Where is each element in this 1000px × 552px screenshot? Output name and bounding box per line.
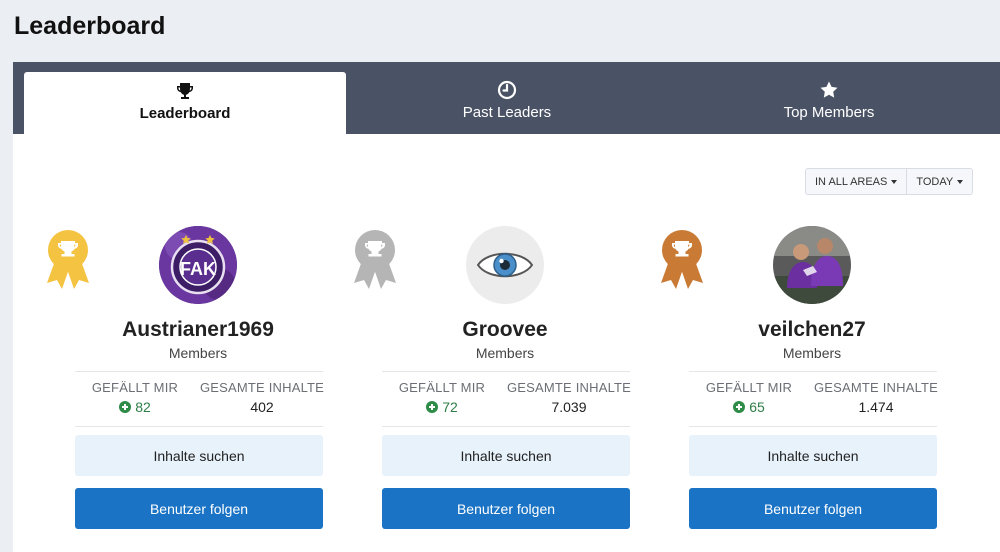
content-count: 7.039	[551, 399, 587, 415]
likes-label: GEFÄLLT MIR	[91, 380, 179, 395]
user-stats: GEFÄLLT MIR 65 GESAMTE INHALTE 1.474	[689, 371, 938, 427]
find-content-button[interactable]: Inhalte suchen	[689, 435, 937, 476]
tab-leaderboard[interactable]: Leaderboard	[24, 72, 346, 134]
user-group: Members	[475, 345, 535, 361]
clock-icon	[497, 80, 517, 100]
follow-user-button[interactable]: Benutzer folgen	[75, 488, 323, 529]
username[interactable]: veilchen27	[658, 318, 966, 342]
period-filter-label: TODAY	[916, 175, 954, 188]
leader-card-3: veilchen27 Members GEFÄLLT MIR 65 GESAMT…	[658, 226, 958, 536]
trophy-icon	[177, 83, 193, 99]
content-label: GESAMTE INHALTE	[813, 380, 939, 395]
username[interactable]: Groovee	[351, 318, 659, 342]
fak-club-crest-avatar: FAK	[159, 226, 237, 304]
content-stat: GESAMTE INHALTE 402	[197, 380, 327, 415]
user-avatar[interactable]	[773, 226, 851, 304]
tab-top-members[interactable]: Top Members	[668, 62, 990, 134]
likes-label: GEFÄLLT MIR	[705, 380, 793, 395]
tab-label: Leaderboard	[139, 105, 231, 122]
user-avatar[interactable]: FAK	[159, 226, 237, 304]
likes-stat: GEFÄLLT MIR 65	[699, 380, 799, 418]
content-label: GESAMTE INHALTE	[506, 380, 632, 395]
likes-stat: GEFÄLLT MIR 72	[392, 380, 492, 418]
leader-card-2: Groovee Members GEFÄLLT MIR 72 GESAMTE I…	[351, 226, 651, 536]
likes-stat: GEFÄLLT MIR 82	[85, 380, 185, 418]
find-content-button[interactable]: Inhalte suchen	[75, 435, 323, 476]
user-avatar[interactable]	[466, 226, 544, 304]
username[interactable]: Austrianer1969	[44, 318, 352, 342]
gold-medal-icon	[47, 230, 89, 289]
page-title: Leaderboard	[14, 12, 166, 40]
plus-circle-icon	[733, 401, 746, 413]
likes-value: 82	[119, 399, 151, 415]
content-count: 1.474	[858, 399, 894, 415]
leaderboard-content: IN ALL AREAS TODAY FAK Austrianer1969 Me…	[13, 134, 1000, 552]
content-count: 402	[250, 399, 274, 415]
star-icon	[820, 81, 838, 98]
user-group: Members	[168, 345, 228, 361]
tab-label: Past Leaders	[462, 104, 552, 121]
content-stat: GESAMTE INHALTE 1.474	[811, 380, 941, 415]
likes-value: 65	[733, 399, 765, 415]
likes-value: 72	[426, 399, 458, 415]
content-stat: GESAMTE INHALTE 7.039	[504, 380, 634, 415]
likes-label: GEFÄLLT MIR	[398, 380, 486, 395]
user-group: Members	[782, 345, 842, 361]
user-stats: GEFÄLLT MIR 72 GESAMTE INHALTE 7.039	[382, 371, 631, 427]
follow-user-button[interactable]: Benutzer folgen	[689, 488, 937, 529]
user-stats: GEFÄLLT MIR 82 GESAMTE INHALTE 402	[75, 371, 324, 427]
area-filter-label: IN ALL AREAS	[815, 175, 888, 188]
plus-circle-icon	[426, 401, 439, 413]
content-label: GESAMTE INHALTE	[199, 380, 325, 395]
eye-avatar	[466, 226, 544, 304]
filter-group: IN ALL AREAS TODAY	[805, 168, 974, 195]
tab-past-leaders[interactable]: Past Leaders	[346, 62, 668, 134]
plus-circle-icon	[119, 401, 132, 413]
area-filter-button[interactable]: IN ALL AREAS	[806, 169, 906, 194]
follow-user-button[interactable]: Benutzer folgen	[382, 488, 630, 529]
likes-count: 72	[442, 399, 458, 415]
find-content-button[interactable]: Inhalte suchen	[382, 435, 630, 476]
silver-medal-icon	[354, 230, 396, 289]
bronze-medal-icon	[661, 230, 703, 289]
crest-letters: FAK	[180, 259, 216, 279]
caret-down-icon	[957, 179, 964, 184]
period-filter-button[interactable]: TODAY	[906, 169, 972, 194]
likes-count: 82	[135, 399, 151, 415]
caret-down-icon	[891, 179, 898, 184]
football-players-photo-avatar	[773, 226, 851, 304]
likes-count: 65	[749, 399, 765, 415]
tab-label: Top Members	[783, 104, 875, 121]
leader-card-1: FAK Austrianer1969 Members GEFÄLLT MIR 8…	[44, 226, 344, 536]
tab-bar: Leaderboard Past Leaders Top Members	[13, 62, 1000, 134]
